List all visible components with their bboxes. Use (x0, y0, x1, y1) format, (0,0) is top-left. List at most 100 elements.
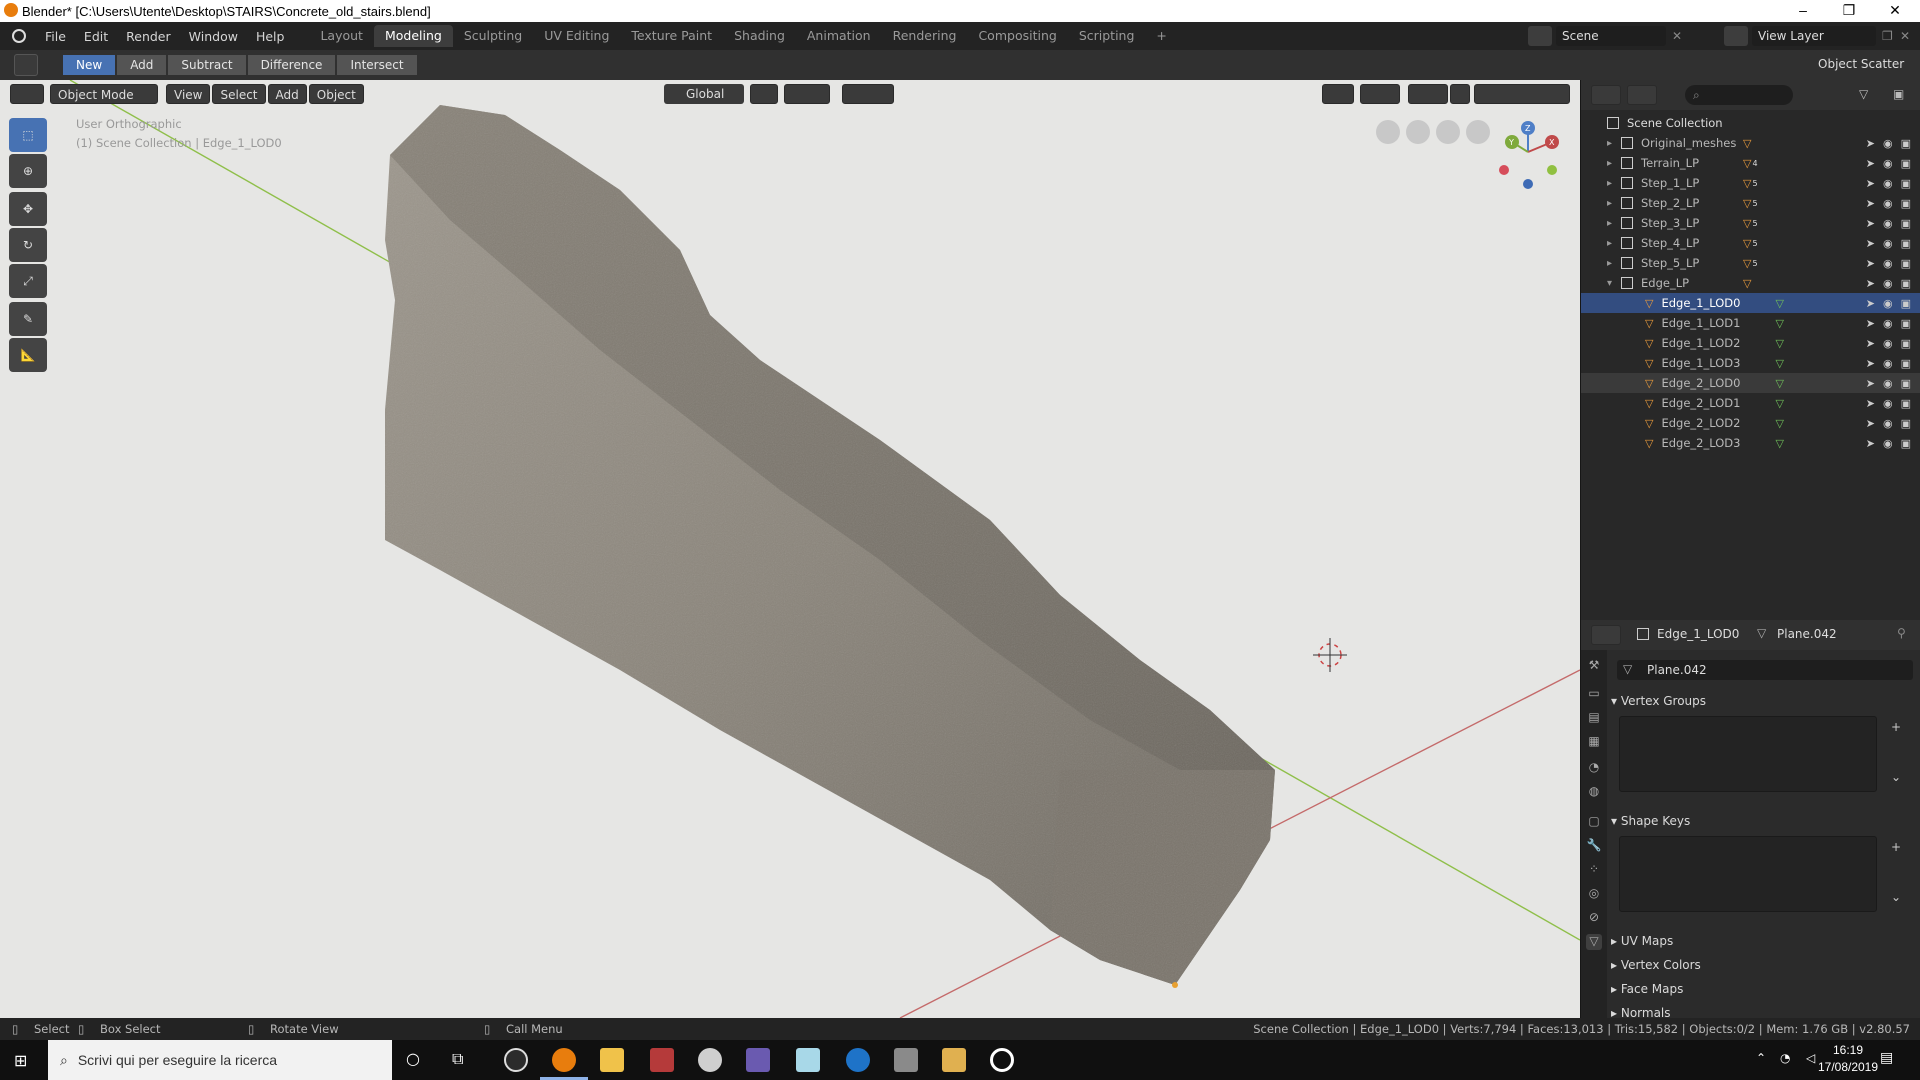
app-skull-icon[interactable] (698, 1048, 722, 1072)
notifications-icon[interactable]: ▤ (1880, 1050, 1893, 1066)
visibility-icon[interactable] (1322, 84, 1354, 104)
selectable-icon[interactable]: ➤ (1866, 177, 1875, 190)
pivot-icon[interactable] (750, 84, 778, 104)
tab-uv-editing[interactable]: UV Editing (533, 25, 620, 47)
visibility-eye-icon[interactable]: ◉ (1883, 337, 1893, 350)
outliner-row[interactable]: ▽ Edge_2_LOD2 ▽ ➤ ◉ ▣ (1581, 413, 1920, 433)
tab-scripting[interactable]: Scripting (1068, 25, 1146, 47)
add-shape-key-icon[interactable]: + (1891, 840, 1901, 854)
modifier-tab-icon[interactable]: 🔧 (1586, 838, 1602, 854)
outliner-row[interactable]: ▾ Edge_LP ▽ ➤ ◉ ▣ (1581, 273, 1920, 293)
object-tab-icon[interactable]: ▢ (1586, 814, 1602, 830)
file-explorer-icon[interactable] (600, 1048, 624, 1072)
expand-toggle-icon[interactable]: ▸ (1607, 198, 1621, 209)
render-camera-icon[interactable]: ▣ (1901, 237, 1911, 250)
tab-animation[interactable]: Animation (796, 25, 882, 47)
visibility-eye-icon[interactable]: ◉ (1883, 277, 1893, 290)
selectable-icon[interactable]: ➤ (1866, 297, 1875, 310)
render-camera-icon[interactable]: ▣ (1901, 397, 1911, 410)
tab-rendering[interactable]: Rendering (882, 25, 968, 47)
menu-window[interactable]: Window (180, 29, 247, 44)
menu-object[interactable]: Object (308, 84, 364, 104)
selectable-icon[interactable]: ➤ (1866, 157, 1875, 170)
active-tool-icon[interactable] (14, 54, 38, 76)
menu-help[interactable]: Help (247, 29, 294, 44)
visibility-eye-icon[interactable]: ◉ (1883, 297, 1893, 310)
visibility-eye-icon[interactable]: ◉ (1883, 397, 1893, 410)
grid-view-icon[interactable] (1376, 120, 1400, 144)
app-paint-icon[interactable] (746, 1048, 770, 1072)
constraints-tab-icon[interactable]: ⊘ (1586, 910, 1602, 926)
measure-tool-icon[interactable]: 📐 (9, 338, 47, 372)
particles-tab-icon[interactable]: ⁘ (1586, 862, 1602, 878)
minimize-button[interactable]: – (1780, 0, 1826, 22)
boolean-add-button[interactable]: Add (117, 55, 167, 75)
taskbar-search-box[interactable]: ⌕ Scrivi qui per eseguire la ricerca (48, 1040, 392, 1080)
transform-orientation-dropdown[interactable]: Global (664, 84, 744, 104)
vertex-colors-panel-header[interactable]: ▸ Vertex Colors (1611, 958, 1701, 972)
selectable-icon[interactable]: ➤ (1866, 377, 1875, 390)
selectable-icon[interactable]: ➤ (1866, 317, 1875, 330)
render-camera-icon[interactable]: ▣ (1901, 297, 1911, 310)
3d-cursor-icon[interactable] (1313, 638, 1347, 672)
app-video-icon[interactable] (942, 1048, 966, 1072)
face-maps-panel-header[interactable]: ▸ Face Maps (1611, 982, 1683, 996)
visibility-eye-icon[interactable]: ◉ (1883, 257, 1893, 270)
world-tab-icon[interactable]: ◍ (1586, 784, 1602, 800)
select-box-tool-icon[interactable]: ⬚ (9, 118, 47, 152)
visibility-eye-icon[interactable]: ◉ (1883, 217, 1893, 230)
mesh-name-field[interactable]: ▽ Plane.042 (1617, 660, 1913, 680)
visibility-eye-icon[interactable]: ◉ (1883, 357, 1893, 370)
visibility-eye-icon[interactable]: ◉ (1883, 157, 1893, 170)
selectable-icon[interactable]: ➤ (1866, 257, 1875, 270)
editor-type-icon[interactable] (10, 84, 44, 104)
visibility-eye-icon[interactable]: ◉ (1883, 237, 1893, 250)
shape-keys-list[interactable] (1619, 836, 1877, 912)
outliner-search-input[interactable]: ⌕ (1685, 85, 1793, 105)
task-view-icon[interactable]: ⧉ (452, 1049, 463, 1069)
outliner-row[interactable]: ▽ Edge_2_LOD1 ▽ ➤ ◉ ▣ (1581, 393, 1920, 413)
render-camera-icon[interactable]: ▣ (1901, 437, 1911, 450)
render-camera-icon[interactable]: ▣ (1901, 257, 1911, 270)
boolean-new-button[interactable]: New (63, 55, 116, 75)
render-camera-icon[interactable]: ▣ (1901, 197, 1911, 210)
camera-view-icon[interactable] (1406, 120, 1430, 144)
selectable-icon[interactable]: ➤ (1866, 357, 1875, 370)
shape-keys-panel-header[interactable]: ▾ Shape Keys (1611, 814, 1690, 828)
scene-collection-row[interactable]: Scene Collection (1581, 113, 1920, 133)
cursor-tool-icon[interactable]: ⊕ (9, 154, 47, 188)
scene-tab-icon[interactable]: ◔ (1586, 760, 1602, 776)
selectable-icon[interactable]: ➤ (1866, 217, 1875, 230)
menu-select[interactable]: Select (212, 84, 266, 104)
app-m-icon[interactable] (650, 1048, 674, 1072)
outliner-row[interactable]: ▽ Edge_1_LOD0 ▽ ➤ ◉ ▣ (1581, 293, 1920, 313)
cortana-icon[interactable]: ○ (406, 1049, 420, 1068)
selectable-icon[interactable]: ➤ (1866, 137, 1875, 150)
scene-field[interactable]: Scene (1556, 26, 1666, 46)
vertex-groups-panel-header[interactable]: ▾ Vertex Groups (1611, 694, 1706, 708)
object-scatter-menu[interactable]: Object Scatter (1818, 57, 1904, 71)
menu-render[interactable]: Render (117, 29, 180, 44)
outliner-editor-icon[interactable] (1591, 85, 1621, 105)
render-camera-icon[interactable]: ▣ (1901, 137, 1911, 150)
outliner-row[interactable]: ▸ Step_3_LP ▽ 5 ➤ ◉ ▣ (1581, 213, 1920, 233)
add-workspace-button[interactable]: + (1145, 25, 1177, 47)
app-notepad-icon[interactable] (796, 1048, 820, 1072)
render-camera-icon[interactable]: ▣ (1901, 277, 1911, 290)
tab-modeling[interactable]: Modeling (373, 25, 453, 47)
expand-toggle-icon[interactable]: ▸ (1607, 138, 1621, 149)
view-layer-close-icon[interactable]: ✕ (1900, 26, 1914, 46)
render-camera-icon[interactable]: ▣ (1901, 357, 1911, 370)
move-tool-icon[interactable]: ✥ (9, 192, 47, 226)
proportional-edit-icon[interactable] (842, 84, 894, 104)
add-vertex-group-icon[interactable]: + (1891, 720, 1901, 734)
tab-sculpting[interactable]: Sculpting (453, 25, 533, 47)
scale-tool-icon[interactable]: ⤢ (9, 264, 47, 298)
expand-toggle-icon[interactable]: ▸ (1607, 238, 1621, 249)
edge-browser-icon[interactable] (846, 1048, 870, 1072)
annotate-tool-icon[interactable]: ✎ (9, 302, 47, 336)
selectable-icon[interactable]: ➤ (1866, 417, 1875, 430)
gizmo-toggle-icon[interactable] (1360, 84, 1400, 104)
boolean-intersect-button[interactable]: Intersect (337, 55, 417, 75)
3d-viewport[interactable]: Object Mode View Select Add Object Globa… (0, 80, 1580, 1018)
